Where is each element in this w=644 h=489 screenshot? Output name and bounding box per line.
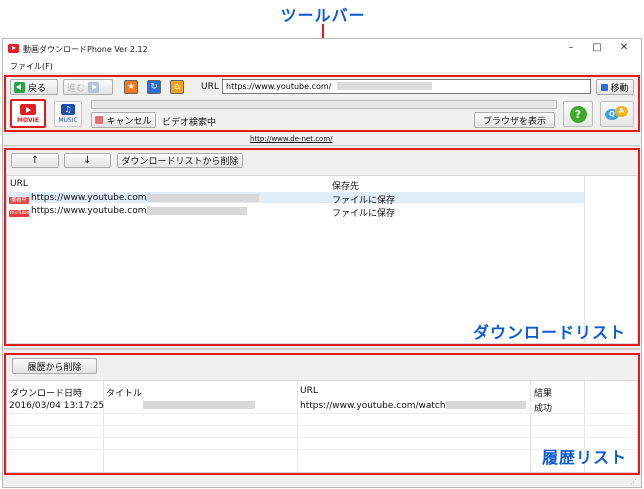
row-url: https://www.youtube.com/	[31, 206, 150, 216]
callout-toolbar: ツールバー	[280, 6, 366, 25]
status-text: ビデオ検索中	[162, 118, 217, 128]
row-url: https://www.youtube.com/	[31, 193, 150, 203]
help-button[interactable]: ?	[563, 101, 593, 127]
row-status-tag-label: YouTube	[9, 210, 30, 217]
row-status-tag: YouTube	[9, 207, 29, 217]
row-divider	[7, 425, 637, 426]
resize-grip-icon[interactable]: ⋰	[630, 478, 637, 486]
a-glyph: A	[615, 106, 628, 117]
history-row-title-redacted	[143, 401, 255, 409]
menu-file[interactable]: ファイル(F)	[10, 61, 53, 72]
column-header-destination[interactable]: 保存先	[332, 179, 359, 192]
forward-button-label: 進む	[67, 83, 86, 94]
cancel-button[interactable]: キャンセル	[91, 112, 156, 128]
row-destination: ファイルに保存	[332, 209, 396, 219]
delete-from-history-button[interactable]: 履歴から削除	[12, 358, 97, 374]
column-header-url[interactable]: URL	[10, 179, 28, 189]
music-mode-button[interactable]: ♫ MUSIC	[54, 101, 82, 127]
history-row-date: 2016/03/04 13:17:25	[9, 401, 105, 411]
splitter[interactable]	[4, 145, 640, 146]
arrow-right-icon	[88, 81, 100, 93]
menu-bar	[3, 59, 641, 72]
window-title: 動画ダウンロードPhone Ver 2.12	[23, 45, 148, 54]
minimize-button[interactable]: –	[558, 41, 584, 55]
go-button[interactable]: 移動	[596, 79, 634, 95]
movie-label: MOVIE	[17, 116, 39, 124]
splitter[interactable]	[4, 348, 640, 350]
row-destination: ファイルに保存	[332, 196, 396, 206]
reload-glyph: ↻	[150, 82, 158, 92]
movie-mode-button[interactable]: MOVIE	[10, 99, 46, 128]
status-bar	[3, 477, 641, 487]
url-label: URL	[201, 82, 219, 92]
url-redacted-area	[337, 82, 432, 90]
favorite-glyph: ★	[126, 82, 136, 92]
row-url-redacted	[147, 194, 259, 202]
go-icon	[601, 83, 609, 91]
movie-icon	[20, 103, 36, 115]
back-button-label: 戻る	[28, 83, 47, 94]
history-row-url: https://www.youtube.com/watch?	[300, 401, 451, 411]
history-row-result: 成功	[534, 404, 553, 414]
column-divider	[103, 381, 104, 472]
app-logo-icon	[8, 44, 19, 53]
row-status-tag: 動画中	[9, 194, 29, 204]
show-browser-button[interactable]: ブラウザを表示	[474, 112, 555, 128]
qa-button[interactable]: Q A	[600, 101, 634, 127]
row-url-redacted	[147, 207, 247, 215]
home-icon[interactable]: ⌂	[170, 80, 184, 94]
callout-history-list: 履歴リスト	[542, 448, 628, 467]
column-divider	[530, 381, 531, 472]
progress-bar	[91, 100, 557, 109]
music-icon: ♫	[61, 104, 75, 115]
delete-from-download-list-button[interactable]: ダウンロードリストから削除	[117, 153, 243, 168]
reload-icon[interactable]: ↻	[147, 80, 161, 94]
home-glyph: ⌂	[174, 82, 180, 92]
qa-icon: Q A	[604, 106, 630, 122]
move-down-button[interactable]: ↓	[64, 153, 111, 168]
cancel-button-label: キャンセル	[106, 116, 152, 127]
go-button-label: 移動	[610, 83, 629, 94]
close-button[interactable]: ✕	[611, 41, 637, 55]
forward-button[interactable]: 進む	[63, 79, 113, 95]
favorite-icon[interactable]: ★	[124, 80, 138, 94]
row-divider	[7, 437, 637, 438]
help-icon: ?	[569, 105, 587, 123]
column-divider	[297, 381, 298, 472]
row-status-tag-label: 動画中	[9, 197, 29, 204]
maximize-button[interactable]: □	[584, 41, 610, 55]
cancel-icon	[95, 116, 104, 124]
back-button[interactable]: 戻る	[10, 79, 58, 95]
music-label: MUSIC	[58, 117, 78, 124]
arrow-left-icon	[14, 81, 25, 93]
callout-download-list: ダウンロードリスト	[473, 323, 627, 342]
site-link[interactable]: http://www.de-net.com/	[250, 135, 333, 143]
history-row-url-redacted	[446, 401, 526, 409]
move-up-button[interactable]: ↑	[11, 153, 59, 168]
column-header-url[interactable]: URL	[300, 386, 318, 396]
